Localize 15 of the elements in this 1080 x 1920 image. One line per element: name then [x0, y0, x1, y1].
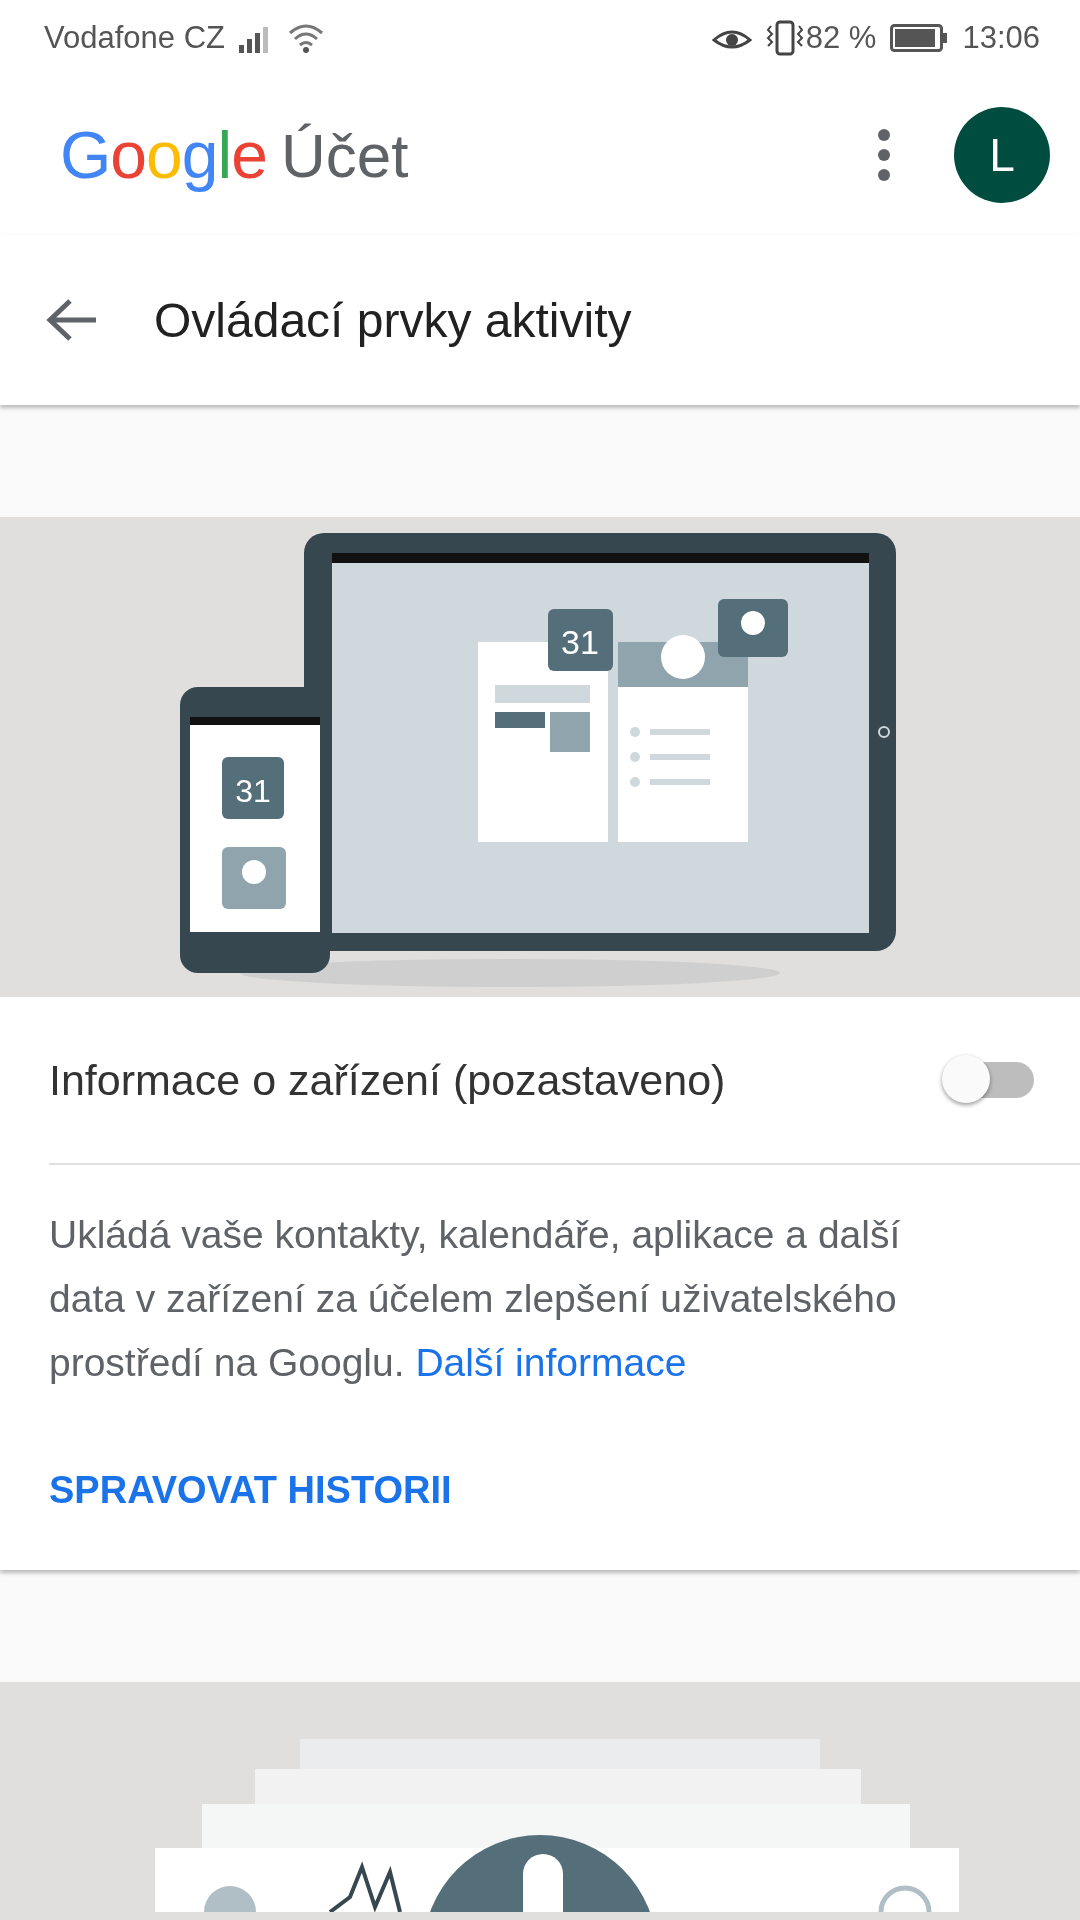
learn-more-link[interactable]: Další informace — [415, 1341, 687, 1384]
product-name: Účet — [280, 119, 409, 191]
wifi-icon — [286, 21, 325, 54]
battery-icon — [890, 23, 949, 52]
vibrate-icon — [765, 19, 804, 56]
setting-description: Ukládá vaše kontakty, kalendáře, aplikace a další data v zařízení za účelem zlepšení uživatelského prostředí na Googlu. Další informace — [48, 1212, 902, 1386]
clock-time: 13:06 — [962, 19, 1040, 56]
setting-title: Informace o zařízení (pozastaveno) — [49, 1055, 727, 1105]
google-logo: Google — [60, 117, 267, 193]
carrier-name: Vodafone CZ — [44, 19, 225, 56]
page-title: Ovládací prvky aktivity — [154, 292, 632, 348]
manage-history-button[interactable]: SPRAVOVAT HISTORII — [36, 1455, 465, 1526]
back-arrow-icon[interactable] — [46, 298, 98, 342]
battery-percentage: 82 % — [805, 19, 877, 56]
account-avatar[interactable]: L — [954, 107, 1050, 203]
